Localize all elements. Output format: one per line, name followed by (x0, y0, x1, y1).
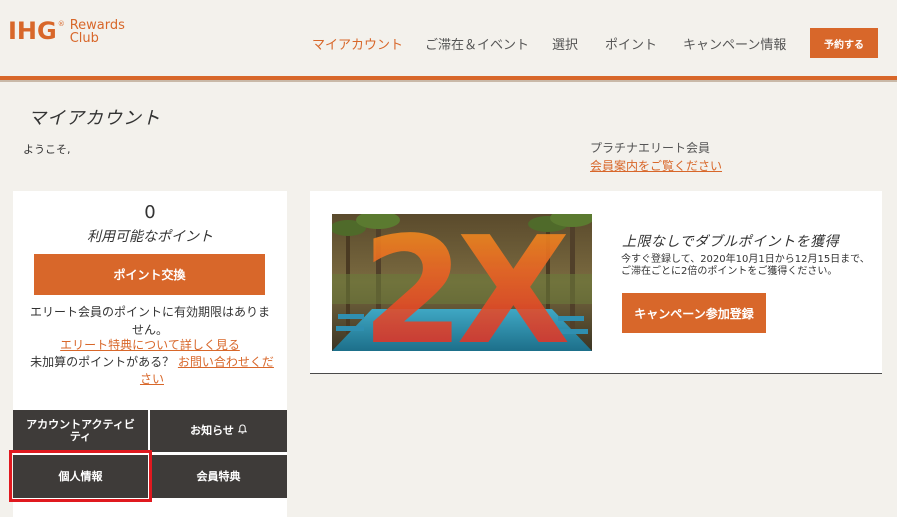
welcome-text: ようこそ, (23, 143, 71, 156)
bell-icon (237, 424, 248, 438)
missing-points-question: 未加算のポイントがある？ (30, 355, 175, 369)
logo-club-text: Club (69, 31, 99, 46)
points-exchange-button[interactable]: ポイント交換 (34, 254, 265, 295)
missing-points-text: 未加算のポイントがある？ お問い合わせください (27, 354, 277, 388)
logo-registered-mark: ® (57, 20, 65, 28)
membership-tier: プラチナエリート会員 (590, 141, 711, 155)
notifications-label: お知らせ (190, 424, 234, 437)
book-button[interactable]: 予約する (810, 28, 878, 58)
notifications-tile[interactable]: お知らせ (150, 410, 287, 452)
logo-rewards-club-text: Rewards Club (70, 19, 125, 45)
promo-card: 2X 上限なしでダブルポイントを獲得 今すぐ登録して、2020年10月1日から1… (310, 191, 882, 373)
promo-divider (310, 373, 882, 374)
nav-my-account[interactable]: マイアカウント (312, 34, 403, 53)
membership-info-link[interactable]: 会員案内をご覧ください (590, 157, 722, 174)
promo-2x-text: 2X (361, 214, 568, 351)
points-label: 利用可能なポイント (87, 229, 213, 245)
nav-points[interactable]: ポイント (605, 34, 657, 53)
elite-benefits-link[interactable]: エリート特典について詳しく見る (13, 336, 287, 353)
points-balance: 0 (144, 202, 156, 223)
nav-campaigns[interactable]: キャンペーン情報 (683, 34, 786, 53)
double-points-promo-image[interactable]: 2X (332, 214, 592, 351)
site-header: IHG ® Rewards Club マイアカウント ご滞在＆イベント 選択 ポ… (0, 0, 897, 76)
header-accent-bar (0, 76, 897, 82)
logo-ihg-text: IHG (8, 17, 57, 45)
ihg-rewards-logo[interactable]: IHG ® Rewards Club (8, 17, 125, 51)
campaign-register-button[interactable]: キャンペーン参加登録 (622, 293, 766, 333)
nav-selection[interactable]: 選択 (552, 34, 578, 53)
promo-description: 今すぐ登録して、2020年10月1日から12月15日まで、ご滞在ごとに2倍のポイ… (621, 254, 870, 277)
points-card: 0 利用可能なポイント ポイント交換 エリート会員のポイントに有効期限はありませ… (13, 191, 287, 517)
account-activity-tile[interactable]: アカウントアクティビティ (13, 410, 148, 452)
nav-stays-events[interactable]: ご滞在＆イベント (425, 34, 529, 53)
member-benefits-tile[interactable]: 会員特典 (150, 455, 287, 498)
personal-info-tile[interactable]: 個人情報 (13, 455, 148, 498)
page-title: マイアカウント (28, 108, 161, 129)
elite-points-note: エリート会員のポイントに有効期限はありません。 (29, 305, 270, 337)
promo-title: 上限なしでダブルポイントを獲得 (622, 234, 840, 250)
